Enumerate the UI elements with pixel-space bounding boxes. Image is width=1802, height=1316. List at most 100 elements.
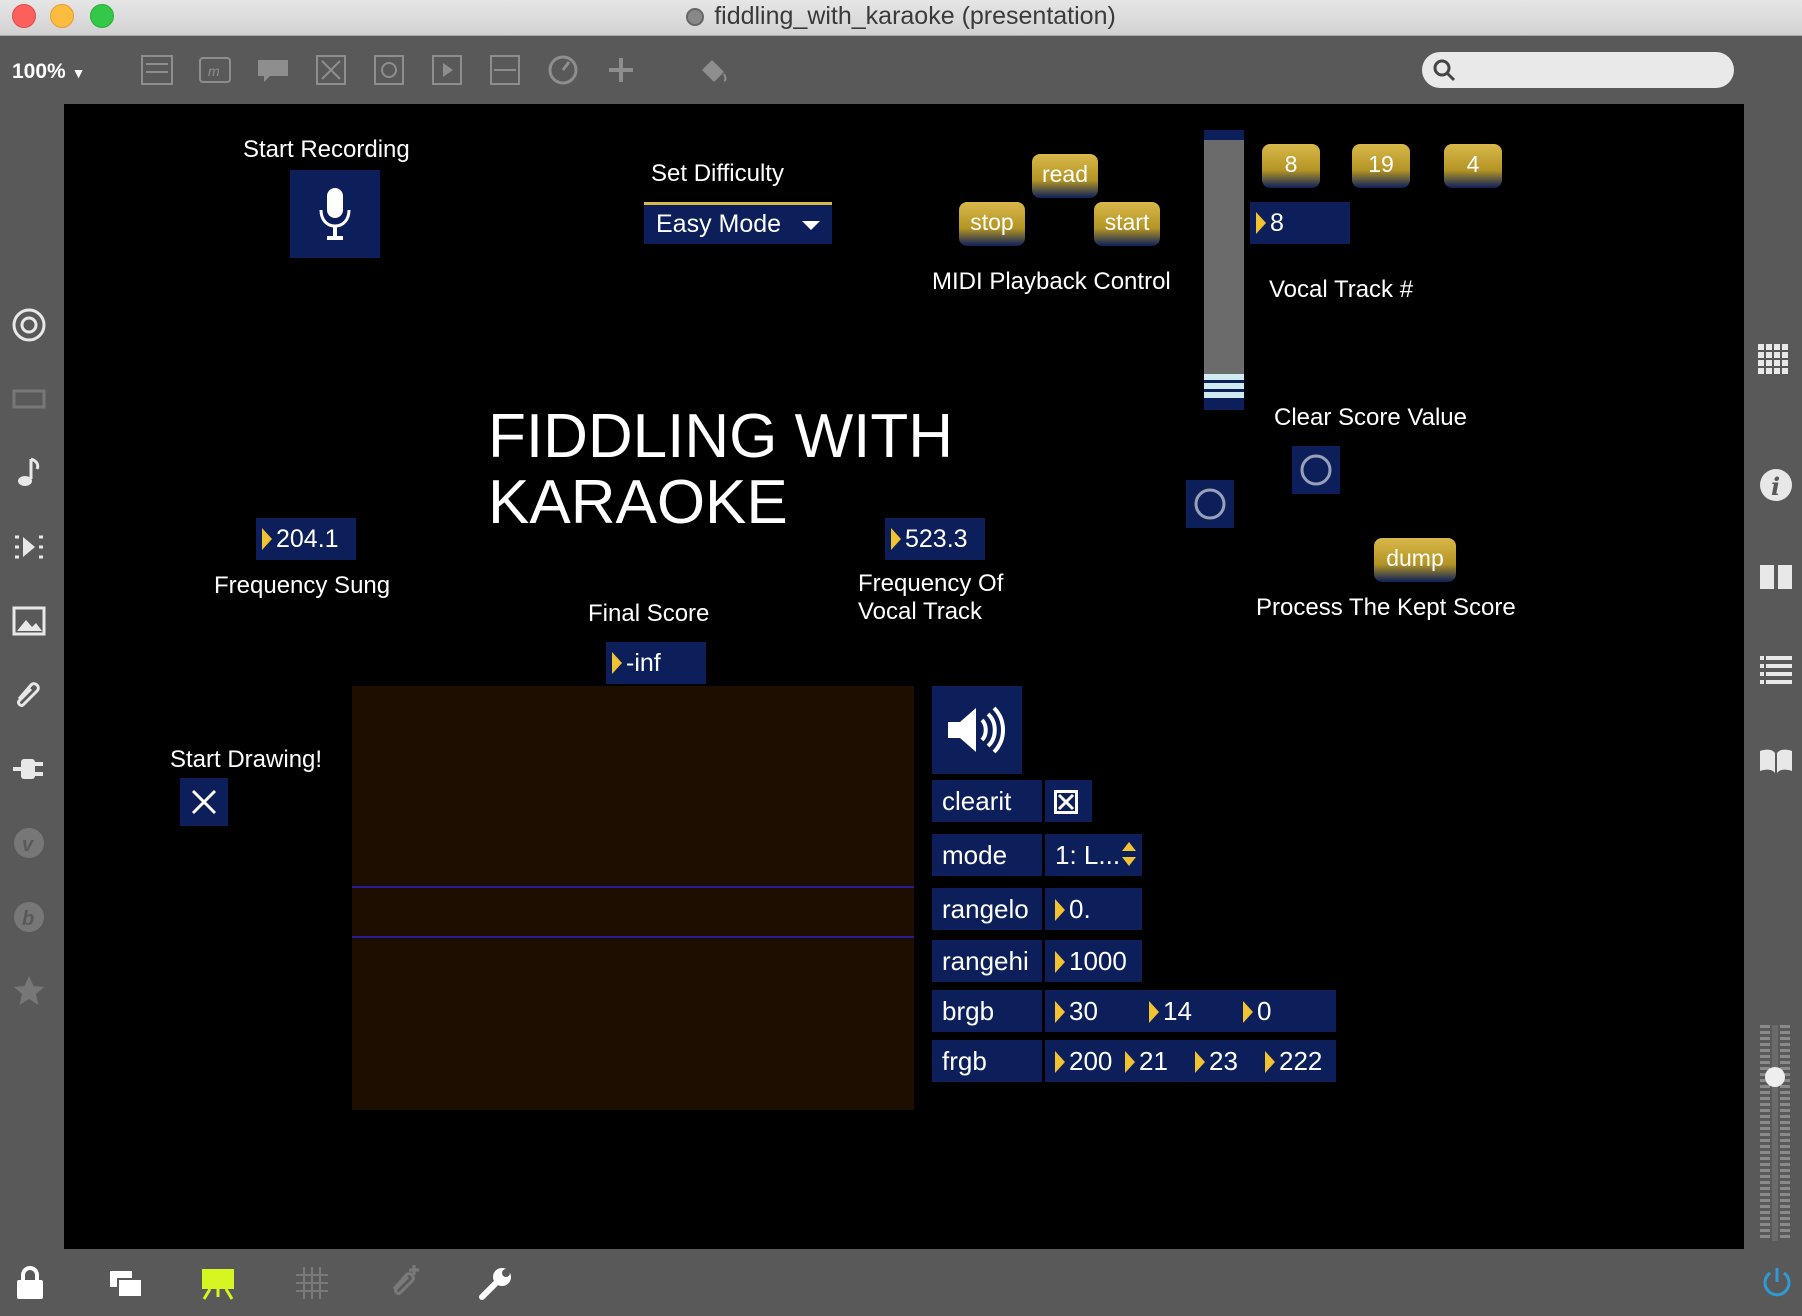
zoom-dropdown[interactable]: 100% ▼ (12, 60, 85, 84)
microphone-button[interactable] (290, 170, 380, 258)
attr-frgb-label: frgb (932, 1040, 1042, 1082)
wrench-icon[interactable] (478, 1265, 514, 1306)
final-score-value: -inf (626, 649, 661, 677)
microphone-icon (319, 188, 351, 240)
window-title-text: fiddling_with_karaoke (presentation) (714, 2, 1116, 30)
target-icon[interactable] (9, 305, 49, 345)
frequency-vocal-value: 523.3 (905, 525, 968, 553)
toggle-icon[interactable] (314, 52, 348, 88)
bang-button[interactable] (1186, 480, 1234, 528)
clear-score-button[interactable] (1292, 446, 1340, 494)
music-note-icon[interactable] (9, 453, 49, 493)
track-8-button[interactable]: 8 (1262, 144, 1320, 188)
search-input[interactable] (1422, 52, 1734, 88)
plug-icon[interactable] (9, 749, 49, 789)
brgb-b-value: 0 (1257, 996, 1272, 1026)
media-icon[interactable] (9, 527, 49, 567)
attr-mode-label: mode (932, 834, 1042, 876)
pitch-plot-display[interactable] (352, 686, 914, 1110)
grid-icon[interactable] (1756, 340, 1796, 380)
dial-icon[interactable] (546, 52, 580, 88)
plus-icon[interactable] (604, 52, 638, 88)
final-score-label: Final Score (588, 600, 710, 627)
grid-toggle-icon[interactable] (294, 1265, 330, 1306)
dump-button[interactable]: dump (1374, 538, 1456, 582)
patch-canvas: Start Recording Set Difficulty Easy Mode… (64, 104, 1744, 1249)
chevron-down-icon: ▼ (71, 65, 86, 81)
frequency-vocal-label-2: Vocal Track (858, 598, 983, 625)
frequency-sung-value: 204.1 (276, 525, 339, 553)
star-icon[interactable] (9, 971, 49, 1011)
frgb-g[interactable]: 21 (1125, 1040, 1168, 1082)
attr-mode-value[interactable]: 1: L... (1042, 834, 1142, 876)
frequency-vocal-number[interactable]: 523.3 (885, 518, 985, 560)
attr-rangelo-value[interactable]: 0. (1042, 888, 1142, 930)
panel-icon[interactable] (430, 52, 464, 88)
paint-icon[interactable] (696, 52, 730, 88)
difficulty-dropdown[interactable]: Easy Mode (644, 202, 832, 244)
audio-output-button[interactable] (932, 686, 1022, 774)
rangelo-value: 0. (1069, 894, 1091, 924)
read-button[interactable]: read (1032, 154, 1098, 198)
start-recording-label: Start Recording (243, 136, 410, 163)
start-button[interactable]: start (1094, 202, 1160, 246)
audio-level-meter[interactable] (1760, 1025, 1790, 1241)
vocal-track-number[interactable]: 8 (1250, 202, 1350, 244)
attr-rangehi-label: rangehi (932, 940, 1042, 982)
track-4-button[interactable]: 4 (1444, 144, 1502, 188)
search-icon (1433, 59, 1456, 82)
window-stack-icon[interactable] (108, 1265, 144, 1306)
slider-icon[interactable] (488, 52, 522, 88)
brgb-r[interactable]: 30 (1055, 990, 1098, 1032)
stepper-up-icon[interactable] (1122, 842, 1136, 851)
stepper-down-icon[interactable] (1122, 857, 1136, 866)
set-difficulty-label: Set Difficulty (651, 160, 784, 187)
vocal-volume-slider[interactable] (1204, 130, 1244, 410)
frgb-a-value: 222 (1279, 1046, 1323, 1076)
frequency-sung-number[interactable]: 204.1 (256, 518, 356, 560)
start-drawing-label: Start Drawing! (170, 746, 323, 773)
list-icon[interactable] (1756, 649, 1796, 689)
brgb-g[interactable]: 14 (1149, 990, 1192, 1032)
bottom-toolbar (0, 1249, 1802, 1316)
button-icon[interactable] (372, 52, 406, 88)
final-score-number[interactable]: -inf (606, 642, 706, 684)
attr-rangehi-value[interactable]: 1000 (1042, 940, 1142, 982)
message-icon[interactable]: m (198, 52, 232, 88)
presentation-mode-icon[interactable] (200, 1265, 236, 1306)
image-icon[interactable] (9, 601, 49, 641)
comment-icon[interactable] (256, 52, 290, 88)
brgb-b[interactable]: 0 (1243, 990, 1271, 1032)
list-icon[interactable] (140, 52, 174, 88)
app-title-line-2: KARAOKE (488, 468, 788, 537)
add-clip-icon[interactable] (386, 1263, 422, 1304)
stop-button[interactable]: stop (959, 202, 1025, 246)
toolbar: 100% ▼ m (0, 36, 1802, 104)
frgb-r[interactable]: 200 (1055, 1040, 1112, 1082)
lock-icon[interactable] (14, 1265, 46, 1306)
power-icon[interactable] (1760, 1265, 1794, 1304)
v-icon[interactable]: v (9, 823, 49, 863)
book-icon[interactable] (1756, 557, 1796, 597)
volume-knob[interactable] (1765, 1067, 1785, 1087)
process-kept-score-label: Process The Kept Score (1256, 594, 1516, 621)
start-drawing-toggle[interactable] (180, 778, 228, 826)
attr-brgb-value[interactable]: 30 14 0 (1042, 990, 1336, 1032)
attr-clearit-value[interactable] (1042, 780, 1092, 822)
vocal-track-label: Vocal Track # (1269, 276, 1414, 303)
brgb-r-value: 30 (1069, 996, 1098, 1026)
frgb-a[interactable]: 222 (1265, 1040, 1322, 1082)
frgb-b[interactable]: 23 (1195, 1040, 1238, 1082)
frequency-vocal-label-1: Frequency Of (858, 570, 1004, 597)
speaker-icon (948, 706, 1005, 754)
ticket-icon[interactable] (9, 379, 49, 419)
clip-icon[interactable] (9, 675, 49, 715)
slider-track (1204, 140, 1244, 400)
info-icon[interactable]: i (1756, 465, 1796, 505)
track-19-button[interactable]: 19 (1352, 144, 1410, 188)
b-icon[interactable]: b (9, 897, 49, 937)
frgb-b-value: 23 (1209, 1046, 1238, 1076)
attr-frgb-value[interactable]: 200 21 23 222 (1042, 1040, 1336, 1082)
app-title-line-1: FIDDLING WITH (488, 402, 953, 471)
reference-icon[interactable] (1756, 741, 1796, 781)
